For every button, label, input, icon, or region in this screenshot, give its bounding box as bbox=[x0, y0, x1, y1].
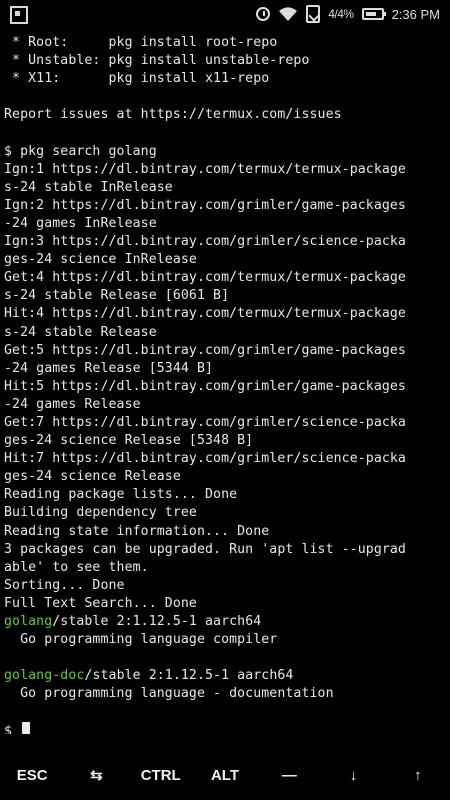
terminal-line: ges-24 science InRelease bbox=[4, 251, 446, 269]
terminal-line: Go programming language compiler bbox=[4, 631, 446, 649]
terminal-text: * Root: pkg install root-repo bbox=[4, 35, 278, 50]
status-icons: 4/4% 2:36 PM bbox=[256, 5, 440, 23]
battery-icon bbox=[361, 8, 386, 20]
terminal-text: s-24 stable Release [6061 B] bbox=[4, 288, 230, 304]
ctrl-key[interactable]: CTRL bbox=[129, 767, 193, 784]
terminal-text: Go programming language compiler bbox=[4, 632, 278, 648]
terminal-text: $ pkg search golang bbox=[4, 143, 157, 159]
terminal-text: -24 games Release [5344 B] bbox=[4, 360, 214, 376]
terminal-line: Hit:5 https://dl.bintray.com/grimler/gam… bbox=[4, 378, 446, 396]
terminal-text: Get:5 https://dl.bintray.com/grimler/gam… bbox=[4, 342, 406, 358]
terminal-line: ges-24 science Release bbox=[4, 468, 446, 486]
alarm-clock-icon bbox=[256, 7, 271, 21]
terminal-line: Go programming language - documentation bbox=[4, 685, 446, 703]
terminal-line: -24 games Release bbox=[4, 396, 446, 414]
terminal-line: Get:5 https://dl.bintray.com/grimler/gam… bbox=[4, 342, 446, 360]
terminal-line: -24 games Release [5344 B] bbox=[4, 360, 446, 378]
terminal-text: ges-24 science InRelease bbox=[4, 252, 197, 268]
terminal-text: Hit:7 https://dl.bintray.com/grimler/sci… bbox=[4, 451, 406, 467]
terminal-line: able' to see them. bbox=[4, 559, 446, 577]
terminal-line: * X11: pkg install x11-repo bbox=[4, 70, 446, 88]
terminal-text: Sorting... Done bbox=[4, 577, 125, 593]
terminal-text: Reading state information... Done bbox=[4, 523, 270, 539]
terminal-text: * Unstable: pkg install unstable-repo bbox=[4, 53, 310, 69]
terminal-line: Reading state information... Done bbox=[4, 523, 446, 541]
terminal-text: /stable 2:1.12.5-1 aarch64 bbox=[84, 668, 294, 684]
alt-key[interactable]: ALT bbox=[193, 767, 257, 784]
terminal-line: * Root: pkg install root-repo bbox=[4, 34, 446, 52]
terminal-text: Ign:3 https://dl.bintray.com/grimler/sci… bbox=[4, 234, 406, 250]
text-cursor bbox=[22, 721, 31, 734]
terminal-line: Get:7 https://dl.bintray.com/grimler/sci… bbox=[4, 414, 446, 432]
dash-key[interactable]: — bbox=[257, 767, 321, 784]
package-name: golang-doc bbox=[4, 668, 85, 684]
terminal-text: ges-24 science Release bbox=[4, 469, 181, 485]
terminal-text: Reading package lists... Done bbox=[4, 487, 238, 503]
terminal-text: Building dependency tree bbox=[4, 505, 197, 521]
terminal-text: s-24 stable InRelease bbox=[4, 179, 173, 195]
battery-level-fill bbox=[365, 12, 376, 16]
terminal-text: able' to see them. bbox=[4, 559, 149, 575]
terminal-line: s-24 stable Release bbox=[4, 324, 446, 342]
terminal-line: Hit:4 https://dl.bintray.com/termux/term… bbox=[4, 305, 446, 323]
terminal-line: Full Text Search... Done bbox=[4, 595, 446, 613]
wifi-icon bbox=[278, 6, 298, 22]
terminal-text: 3 packages can be upgraded. Run 'apt lis… bbox=[4, 541, 406, 557]
up-arrow-key[interactable]: ↑ bbox=[386, 767, 450, 784]
extra-keys-bar: ESC ⇆ CTRL ALT — ↓ ↑ bbox=[0, 750, 450, 800]
terminal-text: -24 games Release bbox=[4, 396, 141, 412]
esc-key[interactable]: ESC bbox=[0, 767, 64, 784]
signal-text: 4/4% bbox=[328, 7, 354, 21]
terminal-text: Go programming language - documentation bbox=[4, 686, 334, 702]
terminal-line: Report issues at https://termux.com/issu… bbox=[4, 106, 446, 124]
terminal-line: s-24 stable InRelease bbox=[4, 179, 446, 197]
terminal-line: s-24 stable Release [6061 B] bbox=[4, 287, 446, 305]
terminal-line: ges-24 science Release [5348 B] bbox=[4, 432, 446, 450]
terminal-text: Ign:2 https://dl.bintray.com/grimler/gam… bbox=[4, 197, 406, 213]
terminal-line: Ign:1 https://dl.bintray.com/termux/term… bbox=[4, 161, 446, 179]
clock: 2:36 PM bbox=[391, 6, 440, 22]
terminal-line: Building dependency tree bbox=[4, 504, 446, 522]
terminal-line: Hit:7 https://dl.bintray.com/grimler/sci… bbox=[4, 450, 446, 468]
terminal-text: s-24 stable Release bbox=[4, 324, 157, 340]
down-arrow-key[interactable]: ↓ bbox=[321, 767, 385, 784]
terminal-text: Get:4 https://dl.bintray.com/termux/term… bbox=[4, 270, 406, 286]
terminal-text: Get:7 https://dl.bintray.com/grimler/sci… bbox=[4, 414, 406, 430]
terminal-text: Hit:5 https://dl.bintray.com/grimler/gam… bbox=[4, 378, 406, 394]
terminal-line: golang/stable 2:1.12.5-1 aarch64 bbox=[4, 613, 446, 631]
prompt-line[interactable]: $ bbox=[4, 721, 446, 734]
terminal-text: Full Text Search... Done bbox=[4, 595, 197, 611]
terminal-text: ges-24 science Release [5348 B] bbox=[4, 433, 254, 449]
package-name: golang bbox=[4, 614, 53, 629]
terminal-text: Ign:1 https://dl.bintray.com/termux/term… bbox=[4, 161, 406, 177]
terminal-output[interactable]: * Root: pkg install root-repo * Unstable… bbox=[4, 34, 446, 734]
terminal-text: * X11: pkg install x11-repo bbox=[4, 71, 270, 87]
terminal-text: Report issues at https://termux.com/issu… bbox=[4, 107, 342, 123]
terminal-line: Ign:3 https://dl.bintray.com/grimler/sci… bbox=[4, 233, 446, 251]
terminal-line: Reading package lists... Done bbox=[4, 486, 446, 504]
terminal-line: -24 games InRelease bbox=[4, 215, 446, 233]
tab-key[interactable]: ⇆ bbox=[64, 766, 128, 784]
terminal-line: golang-doc/stable 2:1.12.5-1 aarch64 bbox=[4, 667, 446, 685]
terminal-line: Sorting... Done bbox=[4, 577, 446, 595]
shell-prompt: $ bbox=[4, 723, 21, 734]
terminal-line: * Unstable: pkg install unstable-repo bbox=[4, 52, 446, 70]
terminal-line: Get:4 https://dl.bintray.com/termux/term… bbox=[4, 269, 446, 287]
status-bar: 4/4% 2:36 PM bbox=[0, 0, 450, 30]
terminal-line: $ pkg search golang bbox=[4, 143, 446, 161]
app-notification-icon bbox=[10, 6, 28, 24]
terminal-line: Ign:2 https://dl.bintray.com/grimler/gam… bbox=[4, 197, 446, 215]
terminal-text: /stable 2:1.12.5-1 aarch64 bbox=[52, 614, 262, 629]
terminal-text: Hit:4 https://dl.bintray.com/termux/term… bbox=[4, 306, 406, 322]
mobile-data-icon bbox=[306, 5, 321, 23]
terminal-text: -24 games InRelease bbox=[4, 215, 157, 231]
terminal-line: 3 packages can be upgraded. Run 'apt lis… bbox=[4, 541, 446, 559]
